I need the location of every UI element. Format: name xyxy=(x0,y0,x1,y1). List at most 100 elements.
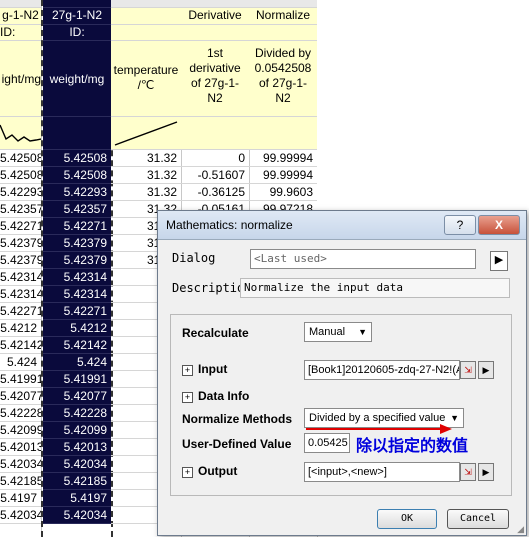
data-cell[interactable]: 5.42228 xyxy=(0,405,41,422)
data-cell[interactable]: 5.42077 xyxy=(43,388,111,405)
data-cell[interactable]: 5.42357 xyxy=(43,201,111,218)
ok-button[interactable]: OK xyxy=(377,509,437,529)
data-cell[interactable]: 5.42357 xyxy=(0,201,41,218)
data-cell[interactable]: 5.424 xyxy=(0,354,41,371)
data-cell[interactable]: 5.42379 xyxy=(0,252,41,269)
data-cell[interactable]: 5.42099 xyxy=(43,422,111,439)
expand-output-icon[interactable]: + xyxy=(182,467,193,478)
data-cell[interactable]: 5.42379 xyxy=(0,235,41,252)
data-cell[interactable]: 5.4197 xyxy=(43,490,111,507)
data-cell[interactable]: -0.36125 xyxy=(181,184,249,201)
column-a[interactable]: g-1-N2 ID: ight/mg 5.42508 5.42508 5.42293… xyxy=(0,0,42,537)
data-cell[interactable]: 31.32 xyxy=(111,167,181,184)
data-cell[interactable]: 5.42271 xyxy=(0,218,41,235)
data-cell[interactable]: 5.424 xyxy=(43,354,111,371)
data-cell[interactable]: 5.42314 xyxy=(0,286,41,303)
sparkline-cell[interactable] xyxy=(0,117,41,150)
data-cell[interactable]: 0 xyxy=(181,150,249,167)
id-cell[interactable] xyxy=(111,25,181,41)
triangle-right-icon[interactable]: ▶ xyxy=(478,361,494,379)
data-cell[interactable]: 5.42034 xyxy=(0,456,41,473)
data-cell[interactable]: 99.9603 xyxy=(249,184,317,201)
data-cell[interactable]: 5.42034 xyxy=(43,507,111,524)
data-cell[interactable]: 5.42077 xyxy=(0,388,41,405)
data-cell[interactable]: 5.42228 xyxy=(43,405,111,422)
data-cell[interactable]: 31.32 xyxy=(111,184,181,201)
long-name-cell[interactable]: 27g-1-N2 xyxy=(43,8,111,25)
data-cell[interactable]: 5.42185 xyxy=(0,473,41,490)
id-cell[interactable] xyxy=(181,25,249,41)
recalculate-select[interactable]: Manual ▼ xyxy=(304,322,372,342)
long-name-cell[interactable]: g-1-N2 xyxy=(0,8,41,25)
resize-grip-icon[interactable]: ◢ xyxy=(517,524,524,535)
data-cell[interactable]: 5.42034 xyxy=(0,507,41,524)
dialog-titlebar[interactable]: Mathematics: normalize ? X xyxy=(158,211,526,240)
data-cell[interactable]: 5.4197 xyxy=(0,490,41,507)
data-cell[interactable]: 5.42185 xyxy=(43,473,111,490)
close-button[interactable]: X xyxy=(478,215,520,235)
data-cell[interactable]: 5.4212 xyxy=(43,320,111,337)
theme-arrow-button[interactable]: ▶ xyxy=(490,251,508,271)
data-cell[interactable]: 5.42379 xyxy=(43,252,111,269)
sparkline-cell[interactable] xyxy=(249,117,317,150)
sparkline-cell[interactable] xyxy=(43,117,111,150)
data-cell[interactable]: 5.4212 xyxy=(0,320,41,337)
range-select-icon[interactable]: ⇲ xyxy=(460,361,476,379)
data-cell[interactable]: 99.99994 xyxy=(249,167,317,184)
column-header[interactable] xyxy=(181,0,249,8)
empty-sheet-area[interactable] xyxy=(317,0,529,210)
data-cell[interactable]: 5.42142 xyxy=(43,337,111,354)
id-cell[interactable]: ID: xyxy=(0,25,41,41)
comment-cell[interactable]: Divided by 0.0542508 of 27g-1-N2 xyxy=(249,41,317,117)
data-cell[interactable]: 5.42034 xyxy=(43,456,111,473)
long-name-cell[interactable]: Derivative xyxy=(181,8,249,25)
units-cell[interactable]: ight/mg xyxy=(0,41,41,117)
data-cell[interactable]: 5.42508 xyxy=(43,150,111,167)
expand-input-icon[interactable]: + xyxy=(182,365,193,376)
cancel-button[interactable]: Cancel xyxy=(447,509,509,529)
column-header[interactable] xyxy=(249,0,317,8)
units-cell[interactable]: temperature /℃ xyxy=(111,41,181,117)
data-cell[interactable]: 5.42314 xyxy=(0,269,41,286)
column-header[interactable] xyxy=(111,0,181,8)
data-cell[interactable]: 5.42271 xyxy=(43,303,111,320)
data-cell[interactable]: 5.42508 xyxy=(43,167,111,184)
units-cell[interactable]: weight/mg xyxy=(43,41,111,117)
input-range-field[interactable]: [Book1]20120605-zdq-27-N2!(A xyxy=(304,360,460,380)
data-cell[interactable]: 5.41991 xyxy=(43,371,111,388)
comment-cell[interactable]: 1st derivative of 27g-1-N2 xyxy=(181,41,249,117)
data-cell[interactable]: 5.42314 xyxy=(43,286,111,303)
data-cell[interactable]: 5.42293 xyxy=(0,184,41,201)
long-name-cell[interactable] xyxy=(111,8,181,25)
column-header[interactable] xyxy=(0,0,41,8)
data-cell[interactable]: 5.42508 xyxy=(0,150,41,167)
triangle-right-icon[interactable]: ▶ xyxy=(478,463,494,481)
normalize-dialog[interactable]: Mathematics: normalize ? X Dialog <Last … xyxy=(157,210,527,536)
data-cell[interactable]: 5.42271 xyxy=(0,303,41,320)
data-cell[interactable]: 5.42508 xyxy=(0,167,41,184)
id-cell[interactable] xyxy=(249,25,317,41)
long-name-cell[interactable]: Normalize xyxy=(249,8,317,25)
data-cell[interactable]: 5.42271 xyxy=(43,218,111,235)
sparkline-cell[interactable] xyxy=(181,117,249,150)
data-cell[interactable]: 5.42099 xyxy=(0,422,41,439)
data-cell[interactable]: -0.51607 xyxy=(181,167,249,184)
userdef-value-field[interactable]: 0.05425 xyxy=(304,433,350,453)
range-select-icon[interactable]: ⇲ xyxy=(460,463,476,481)
output-range-field[interactable]: [<input>,<new>] xyxy=(304,462,460,482)
data-cell[interactable]: 5.42293 xyxy=(43,184,111,201)
data-cell[interactable]: 5.42314 xyxy=(43,269,111,286)
id-cell[interactable]: ID: xyxy=(43,25,111,41)
dialog-theme-field[interactable]: <Last used> xyxy=(250,249,476,269)
column-b[interactable]: 27g-1-N2 ID: weight/mg 5.42508 5.42508 5.4… xyxy=(41,0,113,537)
data-cell[interactable]: 5.42379 xyxy=(43,235,111,252)
data-cell[interactable]: 5.42013 xyxy=(0,439,41,456)
expand-datainfo-icon[interactable]: + xyxy=(182,392,193,403)
column-header[interactable] xyxy=(43,0,111,8)
data-cell[interactable]: 5.41991 xyxy=(0,371,41,388)
sparkline-cell[interactable] xyxy=(111,117,181,150)
data-cell[interactable]: 31.32 xyxy=(111,150,181,167)
data-cell[interactable]: 99.99994 xyxy=(249,150,317,167)
data-cell[interactable]: 5.42142 xyxy=(0,337,41,354)
help-button[interactable]: ? xyxy=(444,215,476,235)
